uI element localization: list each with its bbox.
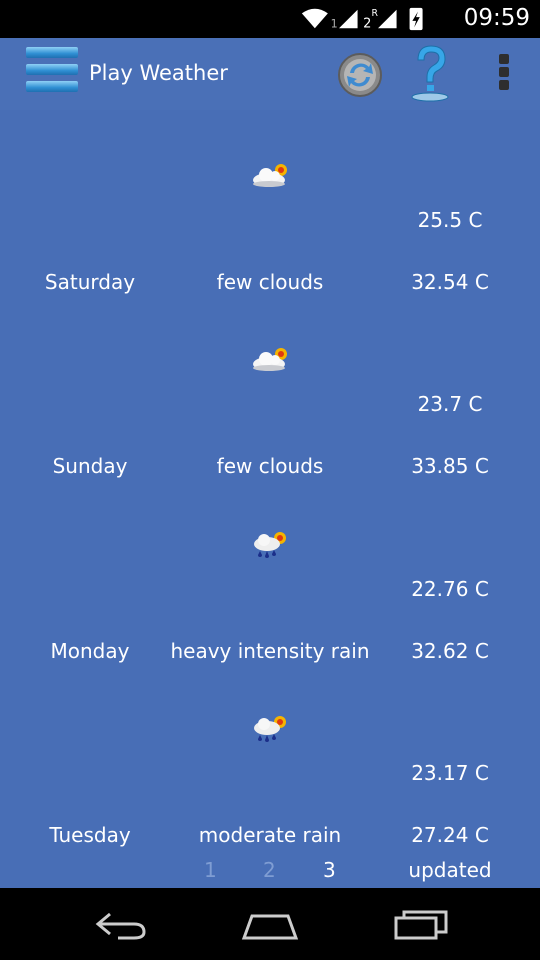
- menu-icon[interactable]: [26, 47, 78, 99]
- update-status: updated: [408, 858, 492, 882]
- action-bar: Play Weather: [0, 38, 540, 110]
- few-clouds-icon: [253, 348, 287, 371]
- max-temp: 33.85 C: [411, 454, 489, 478]
- status-bar: 1 2 R 09:59: [0, 0, 540, 38]
- min-temp: 23.7 C: [417, 392, 483, 416]
- home-icon[interactable]: [240, 906, 300, 942]
- forecast-row: 25.5 C Saturday few clouds 32.54 C: [0, 150, 540, 334]
- weather-description: moderate rain: [198, 823, 342, 847]
- battery-charging-icon: [409, 7, 423, 31]
- help-icon[interactable]: [408, 42, 454, 104]
- sim1-label: 1: [331, 17, 338, 30]
- page-1-tab[interactable]: 1: [204, 858, 217, 882]
- min-temp: 25.5 C: [417, 208, 483, 232]
- signal-icon-2: [378, 9, 397, 29]
- day-name: Tuesday: [49, 823, 131, 847]
- recent-apps-icon[interactable]: [392, 906, 452, 942]
- day-name: Saturday: [44, 270, 136, 294]
- min-temp: 23.17 C: [411, 761, 489, 785]
- forecast-row: 22.76 C Monday heavy intensity rain 32.6…: [0, 519, 540, 703]
- few-clouds-icon: [253, 164, 287, 187]
- refresh-icon[interactable]: [337, 52, 383, 98]
- page-3-tab[interactable]: 3: [323, 858, 336, 882]
- navigation-bar: [0, 888, 540, 960]
- sim2-label: 2: [363, 16, 371, 31]
- max-temp: 32.62 C: [411, 639, 489, 663]
- weather-description: few clouds: [216, 270, 324, 294]
- overflow-menu-icon[interactable]: [494, 54, 514, 94]
- page-2-tab[interactable]: 2: [263, 858, 276, 882]
- day-name: Sunday: [52, 454, 128, 478]
- clock: 09:59: [463, 5, 530, 31]
- min-temp: 22.76 C: [411, 577, 489, 601]
- day-name: Monday: [50, 639, 130, 663]
- rain-icon: [254, 532, 286, 558]
- max-temp: 27.24 C: [411, 823, 489, 847]
- forecast-row: 23.7 C Sunday few clouds 33.85 C: [0, 334, 540, 518]
- wifi-icon: [301, 8, 328, 29]
- roaming-label: R: [372, 8, 379, 19]
- forecast-list: 25.5 C Saturday few clouds 32.54 C 23.7 …: [0, 110, 540, 888]
- rain-icon: [254, 716, 286, 742]
- app-title: Play Weather: [89, 61, 228, 85]
- signal-icon-1: [339, 9, 358, 29]
- max-temp: 32.54 C: [411, 270, 489, 294]
- status-icons: 1 2 R: [301, 7, 423, 31]
- page-indicator: 1 2 3 updated: [0, 858, 540, 888]
- back-icon[interactable]: [90, 906, 150, 942]
- weather-description: heavy intensity rain: [170, 639, 370, 663]
- weather-description: few clouds: [216, 454, 324, 478]
